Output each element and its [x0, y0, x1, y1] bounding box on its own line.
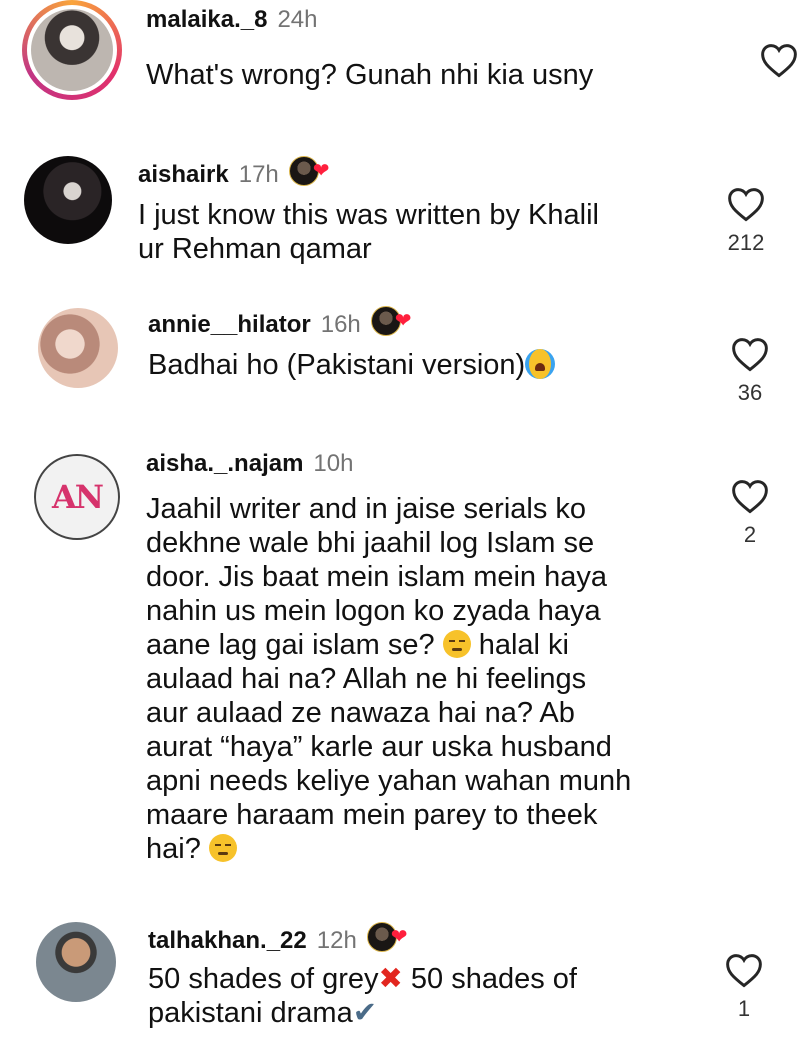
username[interactable]: annie__hilator — [148, 311, 311, 339]
comment: malaika._8 24h What's wrong? Gunah nhi k… — [0, 0, 800, 120]
like-count: 1 — [737, 996, 751, 1021]
like-button[interactable]: 36 — [720, 336, 780, 406]
avatar[interactable] — [38, 308, 118, 388]
heart-outline-icon[interactable] — [730, 478, 770, 514]
unamused-face-emoji — [442, 630, 471, 658]
avatar[interactable] — [24, 156, 112, 244]
avatar[interactable] — [36, 922, 116, 1002]
comment: talhakhan._22 12h ❤ 50 shades of grey✖ 5… — [0, 910, 800, 1048]
comment: AN aisha._.najam 10h Jaahil writer and i… — [0, 440, 800, 900]
comment-text: Jaahil writer and in jaise serials ko de… — [146, 493, 632, 865]
timestamp: 16h — [320, 311, 361, 338]
avatar[interactable]: AN — [34, 454, 120, 540]
heart-filled-icon: ❤ — [312, 160, 330, 182]
timestamp: 24h — [277, 6, 318, 33]
unamused-face-emoji — [208, 834, 237, 862]
like-button[interactable] — [749, 42, 800, 86]
like-count: 2 — [743, 522, 757, 547]
timestamp: 17h — [238, 161, 279, 188]
comment: annie__hilator 16h ❤ Badhai ho (Pakistan… — [0, 290, 800, 410]
heart-filled-icon: ❤ — [390, 926, 408, 948]
author-liked-badge: ❤ — [366, 922, 408, 952]
author-liked-badge: ❤ — [370, 306, 412, 336]
heart-outline-icon[interactable] — [724, 952, 764, 988]
heart-outline-icon[interactable] — [759, 42, 799, 78]
username[interactable]: aishairk — [138, 161, 229, 189]
timestamp: 10h — [313, 450, 354, 477]
like-button[interactable]: 212 — [716, 186, 776, 256]
avatar-logo: AN — [51, 478, 104, 516]
comment-text: What's wrong? Gunah nhi kia usny — [146, 59, 594, 91]
comment-text: I just know this was written by Khalil u… — [138, 199, 599, 265]
author-liked-badge: ❤ — [288, 156, 330, 186]
cross-mark-emoji: ✖ — [378, 963, 403, 995]
check-mark-emoji: ✔ — [352, 997, 378, 1029]
avatar[interactable] — [22, 0, 122, 100]
heart-filled-icon: ❤ — [394, 310, 412, 332]
like-count: 36 — [737, 380, 763, 405]
username[interactable]: aisha._.najam — [146, 450, 303, 478]
like-button[interactable]: 1 — [714, 952, 774, 1022]
heart-outline-icon[interactable] — [730, 336, 770, 372]
timestamp: 12h — [316, 927, 357, 954]
like-count: 212 — [727, 230, 765, 255]
comment-text: Badhai ho (Pakistani version) — [148, 348, 708, 382]
like-button[interactable]: 2 — [720, 478, 780, 548]
comment-text: 50 shades of grey✖ 50 shades of pakistan… — [148, 963, 577, 1029]
comment: aishairk 17h ❤ I just know this was writ… — [0, 140, 800, 280]
crying-face-emoji — [525, 349, 556, 379]
username[interactable]: malaika._8 — [146, 6, 267, 34]
heart-outline-icon[interactable] — [726, 186, 766, 222]
username[interactable]: talhakhan._22 — [148, 927, 307, 955]
